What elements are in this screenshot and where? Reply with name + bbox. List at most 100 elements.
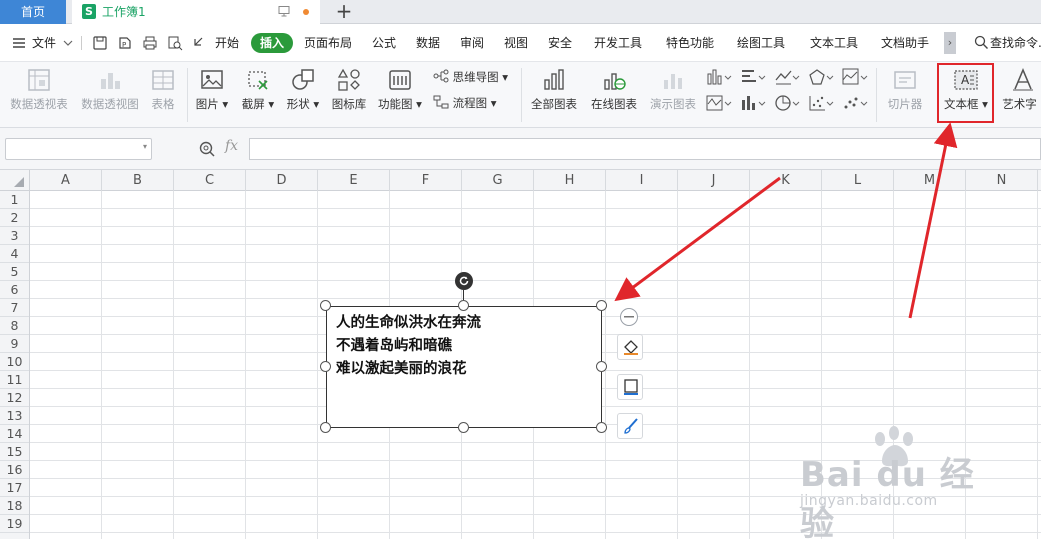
row-header[interactable]: 9 (0, 335, 29, 353)
print-preview-icon[interactable] (167, 35, 183, 51)
menu-doc-assistant[interactable]: 文档助手 (881, 33, 929, 53)
text-box[interactable]: 人的生命似洪水在奔流 不遇着岛屿和暗礁 难以激起美丽的浪花 (326, 306, 602, 428)
row-header[interactable]: 17 (0, 479, 29, 497)
resize-handle[interactable] (596, 361, 607, 372)
row-header[interactable]: 19 (0, 515, 29, 533)
menu-home[interactable]: 开始 (215, 33, 239, 53)
pivot-table-button[interactable]: 数据透视表 (6, 62, 72, 128)
table-button[interactable]: 表格 (146, 62, 180, 128)
stock-chart-icon[interactable] (706, 94, 732, 112)
wordart-button[interactable]: 艺术字 (998, 62, 1041, 128)
command-search[interactable]: 查找命令... (990, 33, 1041, 53)
resize-handle[interactable] (596, 422, 607, 433)
demo-chart-button[interactable]: 演示图表 (646, 62, 700, 128)
column-header[interactable]: F (390, 170, 462, 191)
column-header[interactable]: A (30, 170, 102, 191)
column-header[interactable]: G (462, 170, 534, 191)
column-header[interactable]: E (318, 170, 390, 191)
new-tab-button[interactable]: + (333, 0, 355, 24)
menu-drawing-tools[interactable]: 绘图工具 (737, 33, 785, 53)
title-bar: 首页 S 工作簿1 + (0, 0, 1041, 24)
menu-view[interactable]: 视图 (504, 33, 528, 53)
row-header[interactable]: 5 (0, 263, 29, 281)
resize-handle[interactable] (320, 361, 331, 372)
outline-button[interactable] (617, 374, 643, 400)
menu-security[interactable]: 安全 (548, 33, 572, 53)
rotate-handle[interactable] (455, 272, 473, 290)
icon-library-button[interactable]: 图标库 (328, 62, 370, 128)
row-header[interactable]: 14 (0, 425, 29, 443)
menu-data[interactable]: 数据 (416, 33, 440, 53)
all-charts-button[interactable]: 全部图表 (527, 62, 581, 128)
row-header[interactable]: 16 (0, 461, 29, 479)
row-header[interactable]: 6 (0, 281, 29, 299)
menu-file[interactable]: 文件 (32, 33, 56, 53)
scatter-chart-icon[interactable] (808, 94, 834, 112)
row-header[interactable]: 7 (0, 299, 29, 317)
combo-chart-icon[interactable] (740, 94, 766, 112)
bar-horizontal-chart-icon[interactable] (740, 68, 766, 86)
tab-home[interactable]: 首页 (0, 0, 66, 24)
other-chart-icon[interactable] (842, 94, 868, 112)
name-box[interactable]: ▾ (5, 138, 152, 160)
chevron-down-icon[interactable]: ▾ (143, 142, 147, 151)
row-header[interactable]: 11 (0, 371, 29, 389)
menu-page-layout[interactable]: 页面布局 (304, 33, 352, 53)
format-painter-button[interactable] (617, 413, 643, 439)
column-header[interactable]: D (246, 170, 318, 191)
zoom-icon[interactable] (198, 140, 216, 158)
function-icon[interactable]: fx (225, 138, 238, 154)
area-chart-icon[interactable] (842, 68, 868, 86)
menu-features[interactable]: 特色功能 (666, 33, 714, 53)
hamburger-icon[interactable] (12, 36, 26, 50)
fill-color-button[interactable] (617, 334, 643, 360)
function-chart-button[interactable]: 功能图 ▾ (375, 62, 425, 128)
radar-chart-icon[interactable] (808, 68, 834, 86)
menu-text-tools[interactable]: 文本工具 (810, 33, 858, 53)
row-header[interactable]: 1 (0, 191, 29, 209)
screenshot-button[interactable]: 截屏 ▾ (238, 62, 278, 128)
row-header[interactable]: 13 (0, 407, 29, 425)
menu-developer[interactable]: 开发工具 (594, 33, 642, 53)
row-header[interactable]: 15 (0, 443, 29, 461)
slicer-button[interactable]: 切片器 (882, 62, 928, 128)
resize-handle[interactable] (458, 422, 469, 433)
row-header[interactable]: 8 (0, 317, 29, 335)
flowchart-button[interactable]: 流程图 ▾ (433, 93, 497, 113)
mindmap-button[interactable]: 思维导图 ▾ (433, 67, 508, 87)
chevron-down-icon[interactable] (63, 38, 73, 48)
menu-review[interactable]: 审阅 (460, 33, 484, 53)
pivot-chart-button[interactable]: 数据透视图 (78, 62, 142, 128)
menu-insert[interactable]: 插入 (251, 33, 294, 53)
print-icon[interactable] (142, 35, 158, 51)
column-header[interactable]: H (534, 170, 606, 191)
resize-handle[interactable] (320, 300, 331, 311)
online-chart-button[interactable]: 在线图表 (587, 62, 641, 128)
row-header[interactable]: 4 (0, 245, 29, 263)
column-header[interactable]: N (966, 170, 1038, 191)
picture-button[interactable]: 图片 ▾ (192, 62, 232, 128)
row-header[interactable]: 10 (0, 353, 29, 371)
demo-chart-icon (664, 74, 682, 89)
pie-chart-icon[interactable] (774, 94, 800, 112)
row-header[interactable]: 12 (0, 389, 29, 407)
row-header[interactable]: 18 (0, 497, 29, 515)
line-chart-icon[interactable] (774, 68, 800, 86)
resize-handle[interactable] (458, 300, 469, 311)
menu-formulas[interactable]: 公式 (372, 33, 396, 53)
resize-handle[interactable] (320, 422, 331, 433)
column-chart-icon[interactable] (706, 68, 732, 86)
column-header[interactable]: C (174, 170, 246, 191)
monitor-icon[interactable] (278, 5, 290, 17)
menu-more-button[interactable]: › (944, 32, 956, 54)
search-icon[interactable] (974, 35, 989, 50)
undo-icon[interactable] (192, 35, 204, 51)
shape-button[interactable]: 形状 ▾ (283, 62, 323, 128)
export-icon[interactable]: P (117, 35, 133, 51)
select-all-corner[interactable] (0, 170, 30, 191)
row-header[interactable]: 2 (0, 209, 29, 227)
tab-workbook[interactable]: S 工作簿1 (72, 0, 320, 24)
row-header[interactable]: 3 (0, 227, 29, 245)
column-header[interactable]: B (102, 170, 174, 191)
save-icon[interactable] (92, 35, 108, 51)
